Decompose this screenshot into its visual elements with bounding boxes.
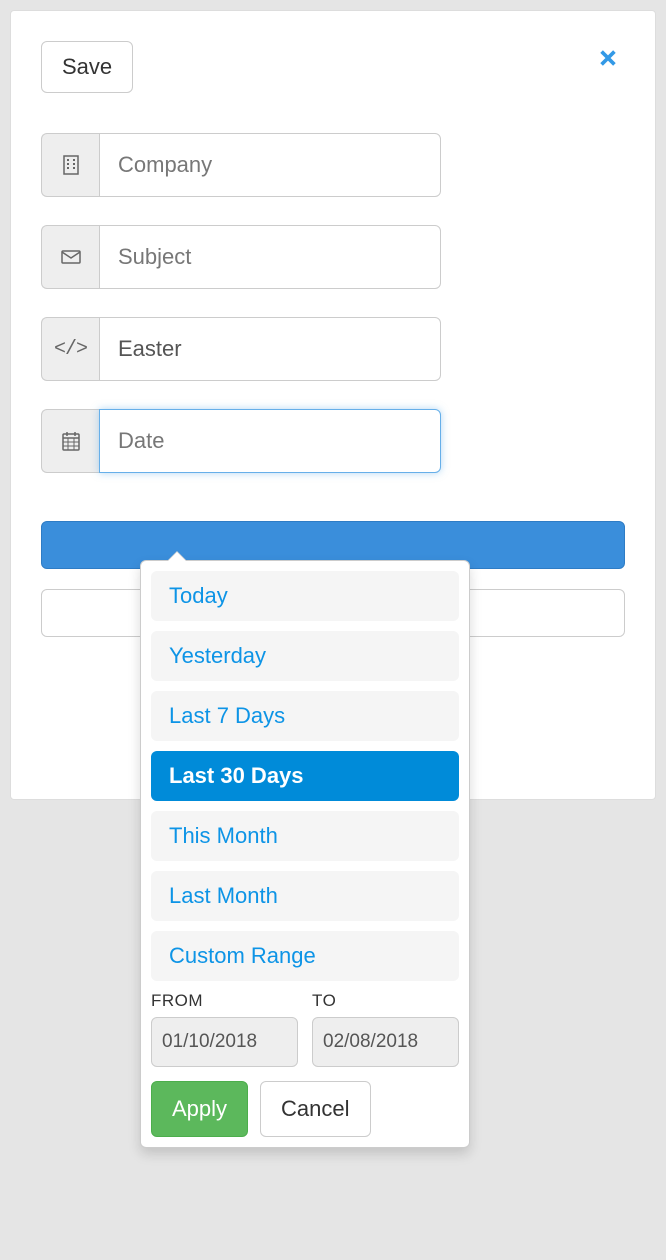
subject-input[interactable] [99,225,441,289]
envelope-icon [59,245,83,269]
to-date-input[interactable] [312,1017,459,1067]
close-icon [597,47,619,69]
range-today[interactable]: Today [151,571,459,621]
date-input[interactable] [99,409,441,473]
date-addon [41,409,99,473]
company-group [41,133,441,197]
building-icon [59,153,83,177]
code-group: </> [41,317,441,381]
daterange-popup: Today Yesterday Last 7 Days Last 30 Days… [140,560,470,1148]
cancel-button[interactable]: Cancel [260,1081,370,1137]
date-group [41,409,441,473]
modal-header: Save [41,41,625,93]
to-label: TO [312,991,459,1011]
from-col: FROM [151,991,298,1067]
save-button[interactable]: Save [41,41,133,93]
code-addon: </> [41,317,99,381]
range-last-30-days[interactable]: Last 30 Days [151,751,459,801]
to-col: TO [312,991,459,1067]
range-yesterday[interactable]: Yesterday [151,631,459,681]
from-label: FROM [151,991,298,1011]
range-last-month[interactable]: Last Month [151,871,459,921]
code-input[interactable] [99,317,441,381]
calendar-icon [59,429,83,453]
from-date-input[interactable] [151,1017,298,1067]
range-this-month[interactable]: This Month [151,811,459,861]
range-custom[interactable]: Custom Range [151,931,459,981]
range-inputs: FROM TO [151,991,459,1067]
close-button[interactable] [591,41,625,78]
subject-group [41,225,441,289]
code-icon: </> [54,338,87,361]
company-input[interactable] [99,133,441,197]
company-addon [41,133,99,197]
subject-addon [41,225,99,289]
range-actions: Apply Cancel [151,1081,459,1137]
apply-button[interactable]: Apply [151,1081,248,1137]
range-last-7-days[interactable]: Last 7 Days [151,691,459,741]
